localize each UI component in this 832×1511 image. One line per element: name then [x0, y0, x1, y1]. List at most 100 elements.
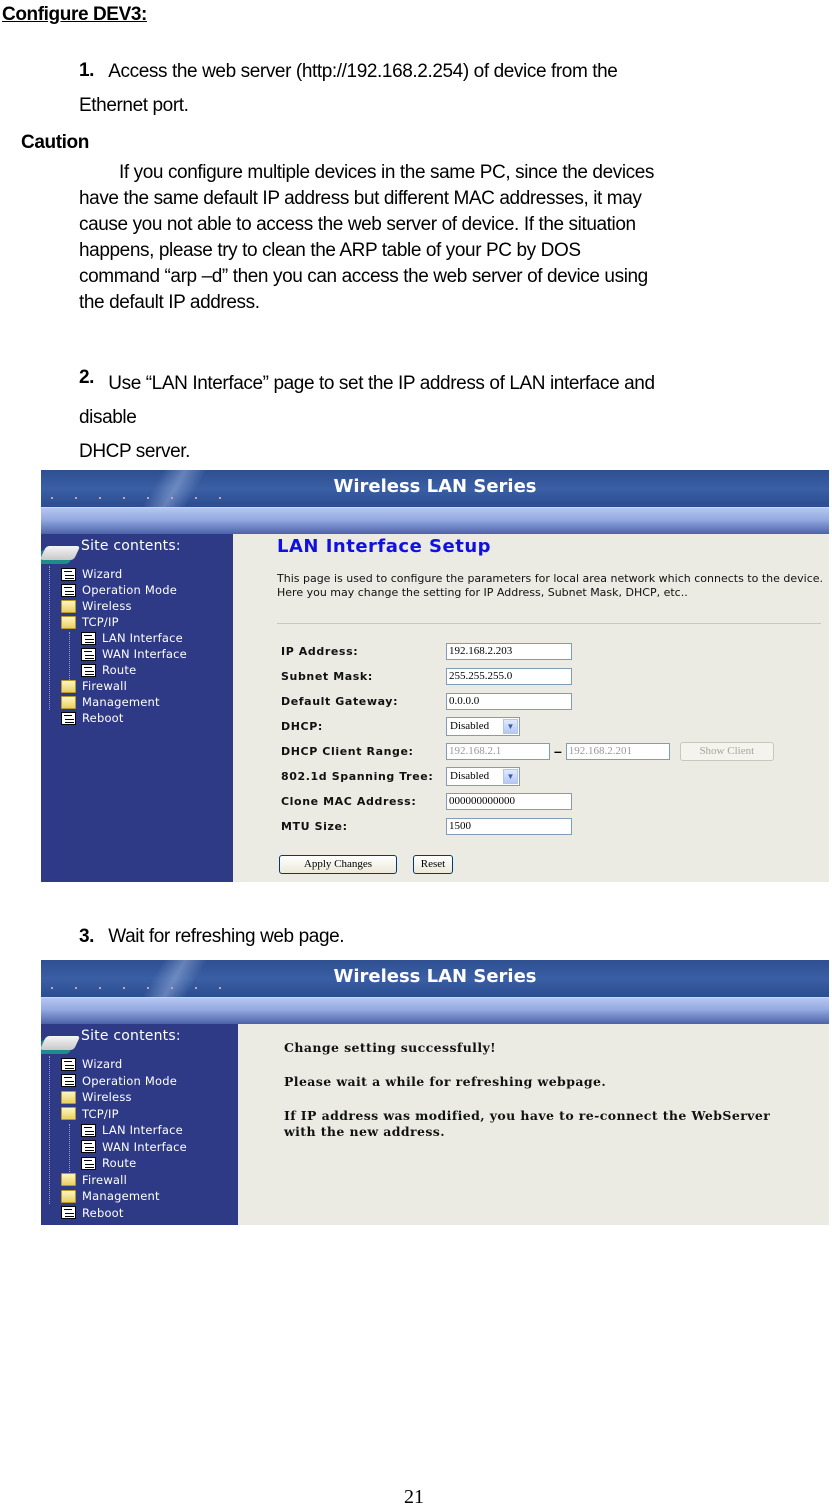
folder-open-icon: [61, 615, 76, 629]
tree-item-wireless[interactable]: Wireless: [61, 1089, 132, 1105]
dhcp-range-end-input[interactable]: 192.168.2.201: [565, 742, 670, 760]
page-number: 21: [404, 1486, 424, 1508]
tree-item-route[interactable]: Route: [81, 662, 136, 678]
tree-item-reboot[interactable]: Reboot: [61, 1205, 124, 1221]
tree-item-reboot[interactable]: Reboot: [61, 710, 124, 726]
step-1-line-2: Ethernet port.: [79, 95, 189, 116]
wait-message: Please wait a while for refreshing webpa…: [284, 1074, 607, 1089]
step-3-line-1: Wait for refreshing web page.: [108, 926, 345, 947]
page-icon: [81, 1156, 96, 1170]
spanning-tree-label: 802.1d Spanning Tree:: [281, 769, 434, 783]
tree-item-wireless[interactable]: Wireless: [61, 598, 132, 614]
tree-item-operation-mode[interactable]: Operation Mode: [61, 1073, 177, 1089]
tree-item-lan-interface[interactable]: LAN Interface: [81, 630, 183, 646]
tree-item-operation-mode[interactable]: Operation Mode: [61, 582, 177, 598]
form-actions: Apply Changes Reset: [279, 854, 453, 874]
step-3-text: Wait for refreshing web page.: [79, 926, 344, 948]
refresh-screenshot: Wireless LAN Series Site contents: Wizar…: [41, 960, 829, 1225]
tree-item-firewall[interactable]: Firewall: [61, 678, 127, 694]
tree-item-label: Reboot: [82, 711, 124, 725]
banner: Wireless LAN Series: [41, 960, 829, 1020]
ip-address-input[interactable]: 192.168.2.203: [446, 642, 572, 660]
show-client-button[interactable]: Show Client: [679, 741, 774, 761]
folder-icon: [61, 679, 76, 693]
banner-gradient-bar: [41, 508, 829, 534]
page-icon: [61, 1074, 76, 1087]
tree-item-label: Wireless: [82, 599, 132, 613]
folder-icon: [61, 695, 76, 709]
tree-connector: [49, 1056, 50, 1204]
tree-item-label: Reboot: [82, 1205, 124, 1220]
default-gateway-input[interactable]: 0.0.0.0: [446, 692, 572, 710]
page-icon: [61, 711, 76, 725]
tree-item-label: Operation Mode: [82, 1073, 178, 1088]
caution-line: the default IP address.: [79, 292, 260, 313]
site-contents-heading: Site contents:: [81, 538, 181, 554]
tree-item-wizard[interactable]: Wizard: [61, 566, 122, 582]
clone-mac-row: Clone MAC Address: 000000000000: [281, 791, 572, 811]
dhcp-range-start-input[interactable]: 192.168.2.1: [446, 742, 550, 760]
clone-mac-input[interactable]: 000000000000: [446, 792, 572, 810]
mtu-size-input[interactable]: 1500: [446, 817, 572, 835]
banner-dots: [51, 497, 231, 499]
default-gateway-label: Default Gateway:: [281, 694, 399, 708]
tree-item-label: Firewall: [82, 1172, 127, 1187]
subnet-mask-input[interactable]: 255.255.255.0: [446, 667, 572, 685]
page-icon: [81, 1140, 96, 1153]
ip-address-row: IP Address: 192.168.2.203: [281, 641, 572, 661]
apply-changes-button[interactable]: Apply Changes: [279, 854, 397, 874]
site-contents-heading: Site contents:: [81, 1028, 181, 1044]
tree-item-label: WAN Interface: [102, 1139, 187, 1154]
spanning-tree-select[interactable]: Disabled ▼: [446, 766, 520, 786]
page-icon: [61, 583, 76, 597]
banner-title: Wireless LAN Series: [333, 476, 537, 497]
page-icon: [81, 631, 96, 645]
ip-address-label: IP Address:: [281, 644, 359, 658]
tree-item-label: Firewall: [82, 679, 127, 693]
tree-item-lan-interface[interactable]: LAN Interface: [81, 1122, 183, 1138]
reset-button[interactable]: Reset: [413, 854, 453, 874]
tree-item-firewall[interactable]: Firewall: [61, 1172, 127, 1188]
dhcp-row: DHCP: Disabled ▼: [281, 716, 520, 736]
caution-line: happens, please try to clean the ARP tab…: [79, 240, 581, 261]
tree-item-wan-interface[interactable]: WAN Interface: [81, 1139, 187, 1155]
tree-item-wan-interface[interactable]: WAN Interface: [81, 646, 187, 662]
tree-item-label: LAN Interface: [102, 1123, 183, 1137]
clone-mac-label: Clone MAC Address:: [281, 794, 417, 808]
chevron-down-icon[interactable]: ▼: [503, 768, 518, 784]
tree-connector: [69, 1124, 70, 1174]
caution-line: cause you not able to access the web ser…: [79, 214, 636, 235]
step-2-line-1-text: Use “LAN Interface” page to set the IP a…: [108, 373, 655, 394]
page-icon: [81, 663, 96, 677]
tree-item-tcpip[interactable]: TCP/IP: [61, 1106, 119, 1122]
dhcp-select[interactable]: Disabled ▼: [446, 716, 520, 736]
subnet-mask-label: Subnet Mask:: [281, 669, 373, 683]
dhcp-label: DHCP:: [281, 719, 323, 733]
dhcp-client-range-row: DHCP Client Range: 192.168.2.1 – 192.168…: [281, 741, 774, 761]
banner-title: Wireless LAN Series: [333, 966, 537, 987]
tree-item-tcpip[interactable]: TCP/IP: [61, 614, 119, 630]
reconnect-message-line-2: with the new address.: [284, 1124, 445, 1139]
banner: Wireless LAN Series: [41, 470, 829, 530]
subnet-mask-row: Subnet Mask: 255.255.255.0: [281, 666, 572, 686]
caution-text: If you configure multiple devices in the…: [79, 160, 654, 316]
site-contents-sidebar: Site contents: Wizard Operation Mode Wir…: [41, 534, 233, 882]
success-message: Change setting successfully!: [284, 1040, 497, 1055]
folder-icon: [61, 599, 76, 613]
spanning-tree-select-value: Disabled: [450, 770, 490, 782]
tree-item-label: TCP/IP: [82, 615, 119, 629]
step-2-line-2: disable: [79, 407, 137, 428]
page-description: This page is used to configure the param…: [277, 572, 824, 599]
lan-setup-screenshot: Wireless LAN Series Site contents: Wizar…: [41, 470, 829, 882]
tree-item-label: Route: [102, 663, 137, 677]
tree-item-route[interactable]: Route: [81, 1155, 136, 1171]
tree-item-wizard[interactable]: Wizard: [61, 1056, 122, 1072]
tree-item-management[interactable]: Management: [61, 1188, 160, 1204]
tree-item-label: LAN Interface: [102, 631, 183, 645]
tree-item-label: Management: [82, 695, 160, 709]
chevron-down-icon[interactable]: ▼: [503, 718, 518, 734]
folder-icon: [61, 1189, 76, 1203]
tree-item-management[interactable]: Management: [61, 694, 160, 710]
router-icon: [41, 1036, 81, 1050]
caution-line: If you configure multiple devices in the…: [119, 162, 655, 183]
